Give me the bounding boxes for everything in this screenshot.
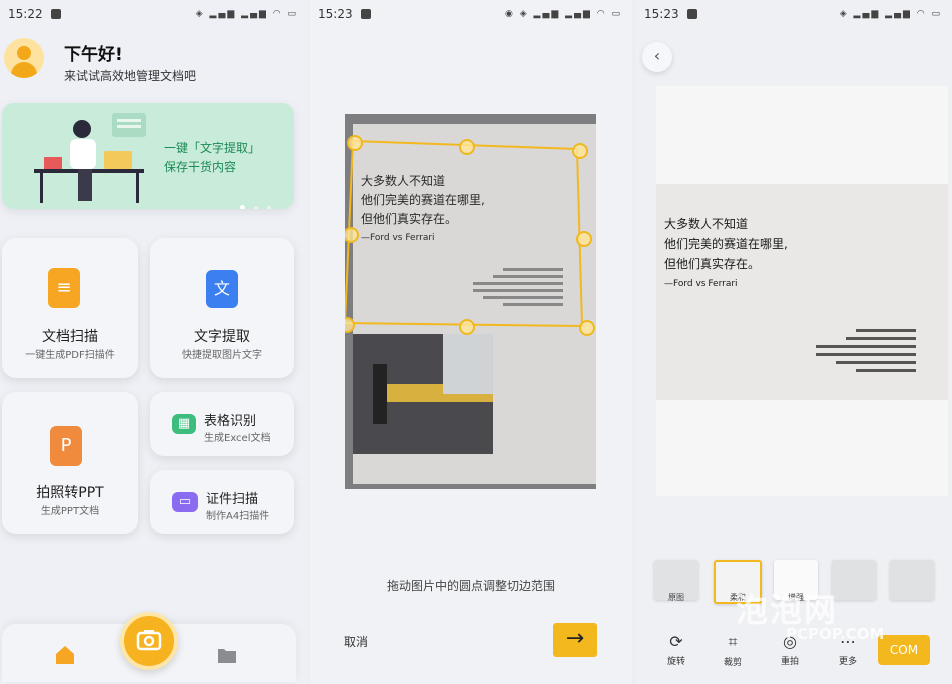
filter-screen: 15:23 ◈ ▂▄▆ ▂▄▆ ◠ ▭ ‹ 大多数人不知道 他们完美的赛道在哪里…	[636, 0, 952, 684]
preview-small-text	[816, 324, 926, 377]
feature-desc: 快捷提取图片文字	[182, 350, 262, 361]
status-bar: 15:23 ◈ ▂▄▆ ▂▄▆ ◠ ▭	[644, 4, 942, 24]
folder-icon[interactable]	[216, 644, 238, 666]
document-preview: 大多数人不知道 他们完美的赛道在哪里, 但他们真实存在。 —Ford vs Fe…	[656, 86, 948, 496]
status-time: 15:22	[8, 7, 43, 21]
crop-screen: 15:23 ◉ ◈ ▂▄▆ ▂▄▆ ◠ ▭ 大多数人不知道 他们完美的赛道在哪里…	[310, 0, 632, 684]
notification-icon	[50, 9, 61, 19]
notification-icon	[360, 9, 371, 19]
crop-frame[interactable]	[345, 114, 596, 489]
processed-page: 大多数人不知道 他们完美的赛道在哪里, 但他们真实存在。 —Ford vs Fe…	[656, 184, 948, 400]
tool-label: 旋转	[666, 657, 685, 667]
avatar[interactable]	[4, 38, 44, 78]
camera-icon	[136, 630, 162, 651]
status-time: 15:23	[644, 7, 679, 21]
banner-line1: 一键「文字提取」	[164, 141, 261, 155]
crop-handle[interactable]	[347, 135, 363, 151]
preview-line: —Ford vs Ferrari	[664, 279, 738, 289]
next-button[interactable]: →	[553, 623, 597, 657]
greeting-subtitle: 来试试高效地管理文档吧	[64, 69, 197, 83]
chevron-left-icon: ‹	[653, 46, 661, 65]
feature-title: 表格识别	[204, 414, 257, 429]
captured-photo: 大多数人不知道 他们完美的赛道在哪里, 但他们真实存在。 —Ford vs Fe…	[345, 114, 596, 489]
signal-icon: ◈ ▂▄▆ ▂▄▆ ◠ ▭	[195, 9, 298, 19]
crop-handle[interactable]	[576, 231, 592, 247]
banner-line2: 保存干货内容	[164, 160, 237, 174]
feature-card-id-scan[interactable]: ▭ 证件扫描 制作A4扫描件	[150, 470, 294, 534]
cancel-button[interactable]: 取消	[344, 633, 368, 650]
illustration-icon	[34, 113, 146, 203]
promo-banner[interactable]: 一键「文字提取」 保存干货内容	[2, 103, 294, 209]
filter-thumb-bw[interactable]	[832, 560, 876, 600]
tool-label: 裁剪	[723, 658, 742, 668]
home-screen: 15:22 ◈ ▂▄▆ ▂▄▆ ◠ ▭ 下午好! 来试试高效地管理文档吧 一键「…	[0, 0, 308, 684]
rotate-button[interactable]: ⟳ 旋转	[654, 632, 698, 667]
status-bar: 15:22 ◈ ▂▄▆ ▂▄▆ ◠ ▭	[8, 4, 298, 24]
preview-line: 他们完美的赛道在哪里,	[664, 237, 788, 251]
feature-desc: 一键生成PDF扫描件	[25, 350, 115, 361]
camera-button[interactable]	[120, 612, 178, 670]
notification-icon	[686, 9, 697, 19]
id-card-icon: ▭	[172, 492, 198, 512]
greeting-title: 下午好!	[64, 45, 123, 65]
crop-handle[interactable]	[572, 143, 588, 159]
rotate-icon: ⟳	[669, 632, 683, 651]
crop-hint: 拖动图片中的圆点调整切边范围	[386, 579, 555, 593]
feature-card-photo-ppt[interactable]: P 拍照转PPT 生成PPT文档	[2, 392, 138, 534]
doc-scan-icon: ≡	[48, 268, 80, 308]
table-icon: ▦	[172, 414, 196, 434]
status-time: 15:23	[318, 7, 353, 21]
crop-icon: ⌗	[728, 632, 738, 651]
feature-card-doc-scan[interactable]: ≡ 文档扫描 一键生成PDF扫描件	[2, 238, 138, 378]
feature-desc: 生成Excel文档	[204, 433, 271, 444]
home-icon[interactable]	[54, 644, 76, 666]
status-bar: 15:23 ◉ ◈ ▂▄▆ ▂▄▆ ◠ ▭	[318, 4, 622, 24]
signal-icon: ◉ ◈ ▂▄▆ ▂▄▆ ◠ ▭	[505, 9, 622, 19]
banner-pager	[240, 195, 272, 209]
preview-line: 但他们真实存在。	[664, 257, 761, 271]
ppt-icon: P	[50, 426, 82, 466]
feature-card-table-ocr[interactable]: ▦ 表格识别 生成Excel文档	[150, 392, 294, 456]
tool-label: 重拍	[780, 657, 799, 667]
watermark-en: PCPOP.COM	[786, 625, 885, 643]
confirm-button[interactable]: COM	[878, 635, 930, 665]
arrow-right-icon: →	[565, 626, 585, 651]
crop-button[interactable]: ⌗ 裁剪	[711, 632, 755, 668]
feature-desc: 制作A4扫描件	[206, 511, 270, 522]
crop-handle[interactable]	[459, 319, 475, 335]
back-button[interactable]: ‹	[642, 42, 672, 72]
feature-title: 文档扫描	[42, 329, 98, 345]
feature-title: 证件扫描	[206, 492, 259, 507]
preview-line: 大多数人不知道	[664, 217, 749, 231]
feature-title: 文字提取	[194, 329, 250, 345]
feature-desc: 生成PPT文档	[40, 506, 100, 517]
tool-label: 更多	[838, 657, 857, 667]
feature-card-text-extract[interactable]: 文 文字提取 快捷提取图片文字	[150, 238, 294, 378]
crop-handle[interactable]	[579, 320, 595, 336]
filter-label: 原图	[668, 593, 684, 602]
filter-thumb-gray[interactable]	[890, 560, 934, 600]
signal-icon: ◈ ▂▄▆ ▂▄▆ ◠ ▭	[839, 9, 942, 19]
feature-title: 拍照转PPT	[36, 485, 104, 501]
crop-handle[interactable]	[459, 139, 475, 155]
text-extract-icon: 文	[206, 270, 238, 308]
